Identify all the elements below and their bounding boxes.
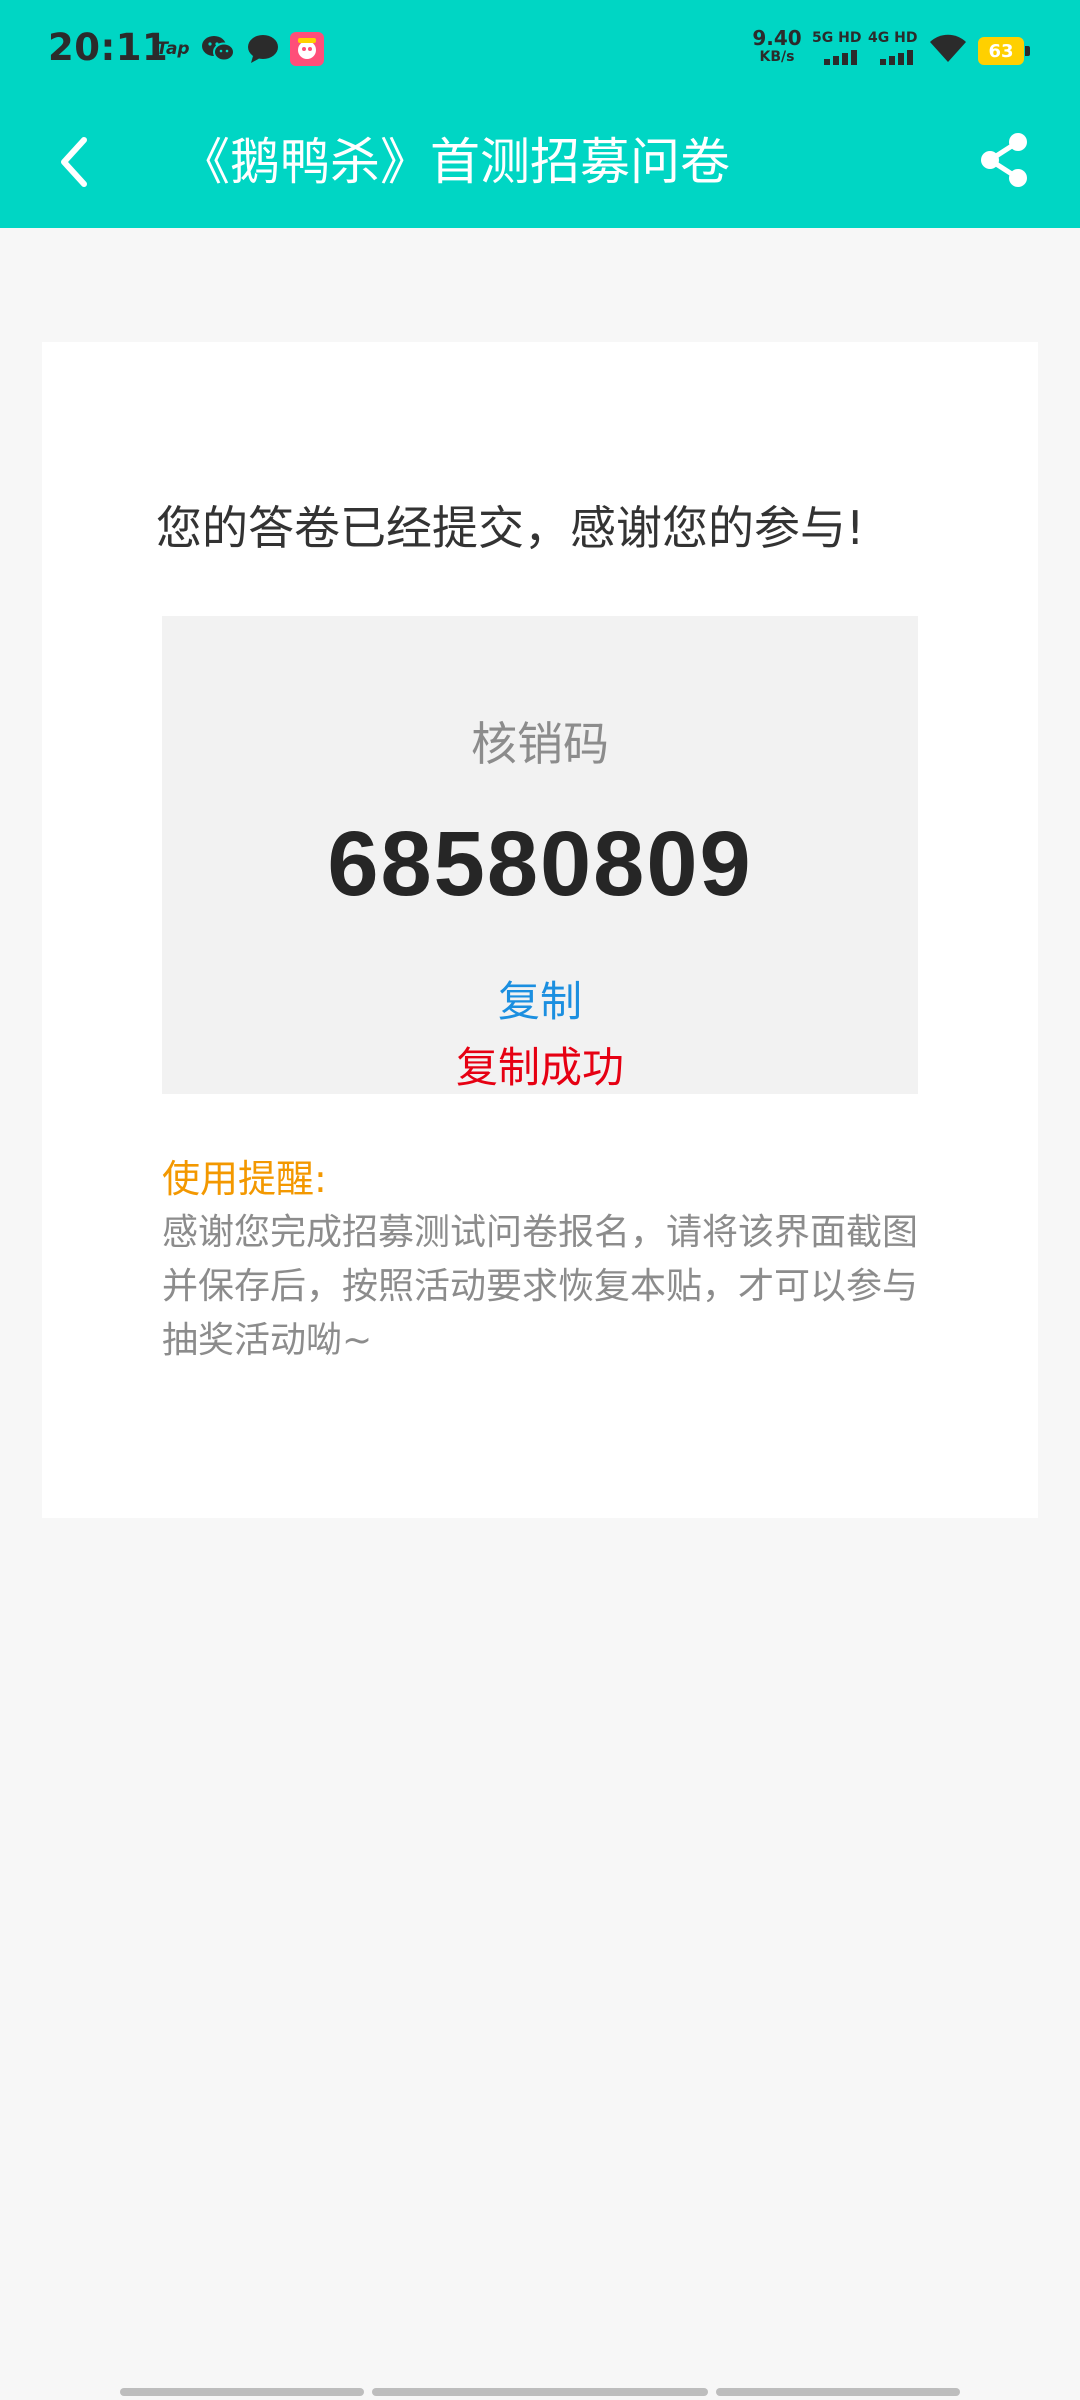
verification-code-box: 核销码 68580809 复制 复制成功 <box>162 616 918 1094</box>
tap-app-icon: Tap <box>156 39 190 59</box>
submission-thanks-text: 您的答卷已经提交，感谢您的参与! <box>156 501 865 555</box>
verification-code-label: 核销码 <box>471 717 609 771</box>
submission-card: 您的答卷已经提交，感谢您的参与! 核销码 68580809 复制 复制成功 使用… <box>42 342 1038 1518</box>
sim1-label: 5G HD <box>812 30 862 46</box>
copy-success-text: 复制成功 <box>455 1043 624 1092</box>
back-button[interactable] <box>38 126 110 198</box>
reminder-body: 感谢您完成招募测试问卷报名，请将该界面截图并保存后，按照活动要求恢复本贴，才可以… <box>162 1212 919 1361</box>
sim2-label: 4G HD <box>868 30 918 46</box>
top-bar: 20:11 Tap 9.40 KB/s 5G HD 4G HD 63 《鹅鸭杀》… <box>0 0 1080 228</box>
signal-sim1-icon: 5G HD <box>812 30 872 70</box>
scroll-indicator-segment-2 <box>372 2388 708 2396</box>
battery-icon: 63 <box>978 37 1030 65</box>
wifi-icon <box>928 32 968 64</box>
reminder-title: 使用提醒: <box>162 1157 327 1201</box>
status-time: 20:11 <box>48 26 169 69</box>
share-icon <box>981 133 1027 187</box>
status-bar: 20:11 Tap 9.40 KB/s 5G HD 4G HD 63 <box>0 0 1080 96</box>
network-speed: 9.40 KB/s <box>752 28 802 64</box>
signal-sim2-icon: 4G HD <box>868 30 928 70</box>
network-speed-unit: KB/s <box>759 49 795 65</box>
page-title: 《鹅鸭杀》首测招募问卷 <box>180 133 730 191</box>
scroll-indicator-segment-1 <box>120 2388 364 2396</box>
app-root: 20:11 Tap 9.40 KB/s 5G HD 4G HD 63 《鹅鸭杀》… <box>0 0 1080 2400</box>
network-speed-value: 9.40 <box>752 26 802 50</box>
share-button[interactable] <box>968 124 1040 196</box>
verification-code-value[interactable]: 68580809 <box>162 812 918 917</box>
battery-level: 63 <box>978 37 1024 65</box>
message-bubble-icon <box>246 32 280 66</box>
wechat-icon <box>200 32 236 66</box>
copy-button[interactable]: 复制 <box>440 968 640 1029</box>
app-notification-icon <box>290 32 324 66</box>
scroll-indicator-segment-3 <box>716 2388 960 2396</box>
chevron-left-icon <box>61 137 87 187</box>
app-bar: 《鹅鸭杀》首测招募问卷 <box>0 96 1080 228</box>
